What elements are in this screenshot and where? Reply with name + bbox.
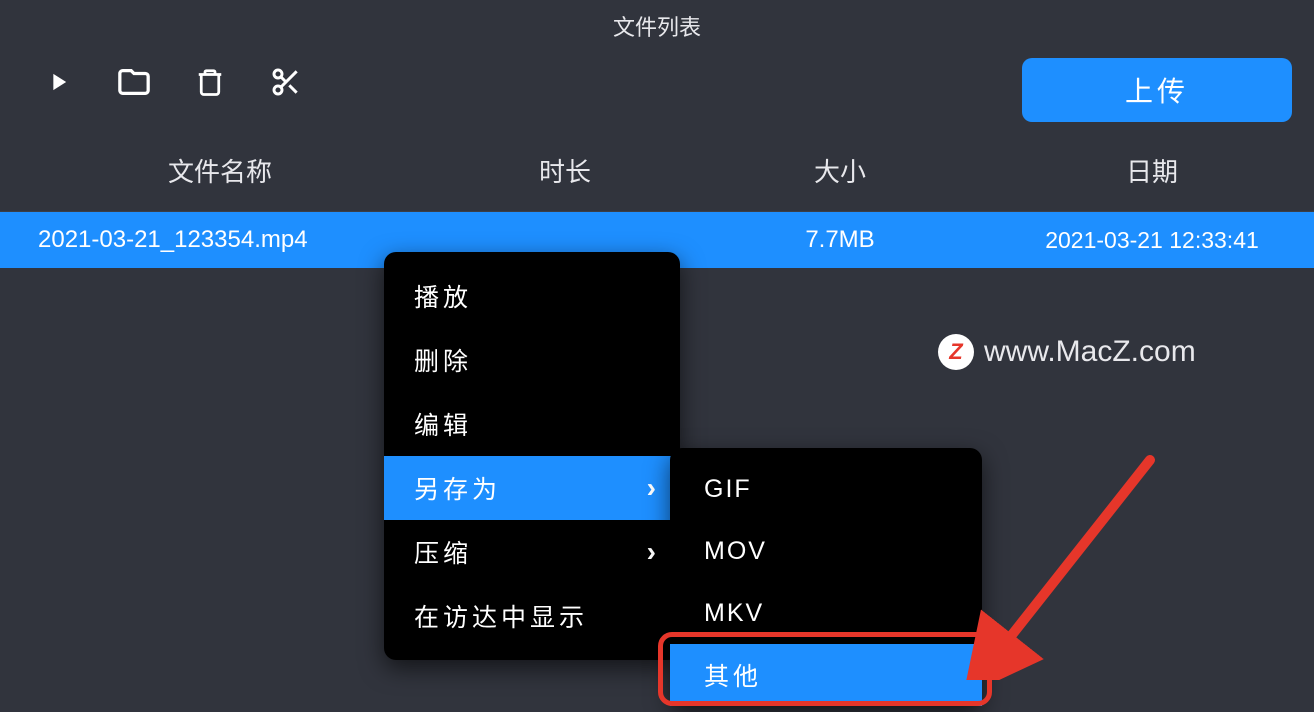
watermark-badge: Z bbox=[938, 334, 974, 370]
watermark-text: www.MacZ.com bbox=[984, 335, 1196, 369]
cut-button[interactable] bbox=[262, 58, 310, 106]
delete-button[interactable] bbox=[186, 58, 234, 106]
watermark: Z www.MacZ.com bbox=[938, 334, 1196, 370]
menu-item-compress[interactable]: 压缩 › bbox=[384, 520, 680, 584]
chevron-right-icon: › bbox=[647, 536, 656, 568]
cell-filename: 2021-03-21_123354.mp4 bbox=[0, 226, 440, 254]
cell-size: 7.7MB bbox=[690, 226, 990, 254]
toolbar: 上传 bbox=[0, 50, 1314, 130]
submenu-item-label: GIF bbox=[704, 475, 752, 504]
cell-date: 2021-03-21 12:33:41 bbox=[990, 227, 1314, 254]
submenu-item-mkv[interactable]: MKV bbox=[670, 582, 982, 644]
play-button[interactable] bbox=[34, 58, 82, 106]
menu-item-label: 压缩 bbox=[414, 534, 472, 570]
menu-item-label: 在访达中显示 bbox=[414, 598, 588, 634]
folder-button[interactable] bbox=[110, 58, 158, 106]
trash-icon bbox=[195, 67, 225, 97]
scissors-icon bbox=[270, 66, 302, 98]
chevron-right-icon: › bbox=[647, 472, 656, 504]
submenu-item-label: MOV bbox=[704, 537, 767, 566]
play-icon bbox=[44, 68, 72, 96]
menu-item-label: 编辑 bbox=[414, 406, 472, 442]
submenu-item-other[interactable]: 其他 bbox=[670, 644, 982, 706]
submenu-item-label: 其他 bbox=[704, 657, 762, 693]
window-title: 文件列表 bbox=[0, 0, 1314, 50]
upload-button[interactable]: 上传 bbox=[1022, 58, 1292, 122]
column-header-size: 大小 bbox=[690, 152, 990, 189]
menu-item-play[interactable]: 播放 bbox=[384, 264, 680, 328]
menu-item-label: 播放 bbox=[414, 278, 472, 314]
submenu-item-gif[interactable]: GIF bbox=[670, 458, 982, 520]
submenu-save-as: GIF MOV MKV 其他 bbox=[670, 448, 982, 706]
menu-item-show-in-finder[interactable]: 在访达中显示 bbox=[384, 584, 680, 648]
menu-item-save-as[interactable]: 另存为 › bbox=[384, 456, 680, 520]
menu-item-edit[interactable]: 编辑 bbox=[384, 392, 680, 456]
context-menu: 播放 删除 编辑 另存为 › 压缩 › 在访达中显示 bbox=[384, 252, 680, 660]
column-header-duration: 时长 bbox=[440, 152, 690, 189]
table-header: 文件名称 时长 大小 日期 bbox=[0, 130, 1314, 212]
submenu-item-mov[interactable]: MOV bbox=[670, 520, 982, 582]
submenu-item-label: MKV bbox=[704, 599, 764, 628]
column-header-name: 文件名称 bbox=[0, 152, 440, 189]
menu-item-label: 删除 bbox=[414, 342, 472, 378]
menu-item-label: 另存为 bbox=[414, 470, 501, 506]
column-header-date: 日期 bbox=[990, 152, 1314, 189]
menu-item-delete[interactable]: 删除 bbox=[384, 328, 680, 392]
folder-icon bbox=[117, 65, 151, 99]
